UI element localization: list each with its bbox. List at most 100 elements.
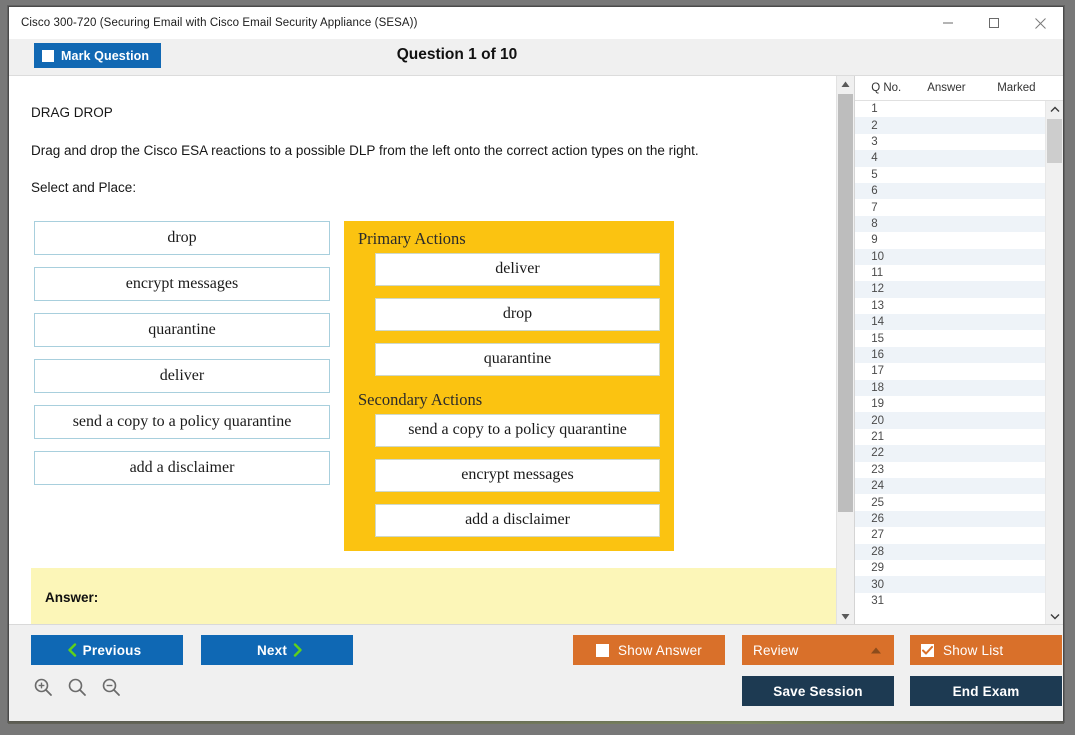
save-session-label: Save Session bbox=[773, 683, 863, 699]
question-list-row[interactable]: 1 bbox=[855, 101, 1046, 117]
question-list-row[interactable]: 5 bbox=[855, 167, 1046, 183]
show-list-button[interactable]: Show List bbox=[910, 635, 1062, 665]
question-header-bar: Mark Question Question 1 of 10 bbox=[9, 39, 1063, 76]
question-list-cell-no: 4 bbox=[871, 152, 878, 165]
question-list-row[interactable]: 14 bbox=[855, 314, 1046, 331]
minimize-icon[interactable] bbox=[925, 7, 971, 39]
target-group-label-primary: Primary Actions bbox=[358, 228, 466, 248]
next-button[interactable]: Next bbox=[201, 635, 353, 665]
review-dropdown[interactable]: Review bbox=[742, 635, 894, 665]
show-list-checkbox[interactable] bbox=[921, 643, 934, 657]
target-item[interactable]: deliver bbox=[375, 252, 660, 286]
question-list-header: Q No. Answer Marked bbox=[855, 76, 1063, 101]
list-scroll-down-icon[interactable] bbox=[1046, 608, 1063, 625]
end-exam-label: End Exam bbox=[952, 683, 1020, 699]
question-list-cell-no: 30 bbox=[871, 578, 884, 591]
question-list-row[interactable]: 2 bbox=[855, 117, 1046, 134]
question-list-row[interactable]: 31 bbox=[855, 593, 1046, 609]
screenshot-root: Cisco 300-720 (Securing Email with Cisco… bbox=[0, 0, 1075, 735]
source-item[interactable]: encrypt messages bbox=[34, 266, 330, 301]
target-item[interactable]: quarantine bbox=[375, 342, 660, 376]
target-item[interactable]: add a disclaimer bbox=[375, 503, 660, 537]
question-list-cell-no: 18 bbox=[871, 381, 884, 394]
question-list-cell-no: 22 bbox=[871, 447, 884, 460]
question-list-row[interactable]: 18 bbox=[855, 379, 1046, 397]
content-area: DRAG DROP Drag and drop the Cisco ESA re… bbox=[9, 76, 1063, 625]
scroll-up-icon[interactable] bbox=[837, 76, 854, 93]
question-list-row[interactable]: 26 bbox=[855, 510, 1046, 528]
question-list-row[interactable]: 28 bbox=[855, 543, 1046, 560]
target-item[interactable]: encrypt messages bbox=[375, 458, 660, 492]
question-list-cell-no: 14 bbox=[871, 316, 884, 329]
question-list-cell-no: 29 bbox=[871, 562, 884, 575]
question-prompt: Drag and drop the Cisco ESA reactions to… bbox=[31, 142, 699, 158]
question-list-row[interactable]: 22 bbox=[855, 445, 1046, 462]
question-list-row[interactable]: 15 bbox=[855, 330, 1046, 346]
question-list-row[interactable]: 9 bbox=[855, 232, 1046, 248]
answer-section: Answer: bbox=[31, 568, 837, 625]
question-list-row[interactable]: 21 bbox=[855, 429, 1046, 445]
save-session-button[interactable]: Save Session bbox=[742, 676, 894, 706]
question-list-row[interactable]: 17 bbox=[855, 363, 1046, 379]
maximize-icon[interactable] bbox=[971, 7, 1017, 39]
question-list-row[interactable]: 4 bbox=[855, 150, 1046, 167]
question-list-cell-no: 8 bbox=[871, 217, 878, 230]
question-list-row[interactable]: 3 bbox=[855, 134, 1046, 150]
question-list-cell-no: 12 bbox=[871, 283, 884, 296]
scroll-down-icon[interactable] bbox=[837, 608, 854, 625]
question-list-row[interactable]: 12 bbox=[855, 281, 1046, 298]
zoom-reset-icon[interactable] bbox=[67, 677, 87, 702]
target-item[interactable]: drop bbox=[375, 297, 660, 331]
question-list-row[interactable]: 27 bbox=[855, 527, 1046, 543]
question-list-row[interactable]: 8 bbox=[855, 215, 1046, 233]
end-exam-button[interactable]: End Exam bbox=[910, 676, 1062, 706]
show-answer-button[interactable]: Show Answer bbox=[573, 635, 725, 665]
source-item[interactable]: drop bbox=[34, 220, 330, 255]
close-icon[interactable] bbox=[1017, 7, 1063, 39]
question-list-row[interactable]: 29 bbox=[855, 560, 1046, 576]
question-list-row[interactable]: 10 bbox=[855, 248, 1046, 265]
question-list-row[interactable]: 19 bbox=[855, 396, 1046, 412]
show-answer-checkbox[interactable] bbox=[596, 643, 609, 657]
previous-button[interactable]: Previous bbox=[31, 635, 183, 665]
question-list-row[interactable]: 11 bbox=[855, 265, 1046, 281]
question-list-body[interactable]: 1 2 3 4 5 6 7 8 9 10 11 12 13 14 15 16 17 18 19 20 21 22 23 24 2… bbox=[855, 101, 1046, 625]
question-list-row[interactable]: 25 bbox=[855, 494, 1046, 510]
question-list-row[interactable]: 13 bbox=[855, 298, 1046, 314]
target-item[interactable]: send a copy to a policy quarantine bbox=[375, 413, 660, 447]
question-list-cell-no: 16 bbox=[871, 349, 884, 362]
question-type-label: DRAG DROP bbox=[31, 105, 113, 120]
window-title: Cisco 300-720 (Securing Email with Cisco… bbox=[21, 17, 418, 29]
question-list-cell-no: 10 bbox=[871, 250, 884, 263]
source-item[interactable]: quarantine bbox=[34, 312, 330, 347]
show-answer-label: Show Answer bbox=[618, 642, 702, 658]
question-list-cell-no: 26 bbox=[871, 512, 884, 525]
source-item[interactable]: deliver bbox=[34, 358, 330, 393]
next-label: Next bbox=[256, 642, 288, 658]
review-label: Review bbox=[753, 642, 799, 658]
question-list-cell-no: 21 bbox=[871, 431, 884, 443]
source-item[interactable]: add a disclaimer bbox=[34, 450, 330, 485]
question-list-row[interactable]: 6 bbox=[855, 182, 1046, 200]
list-scroll-up-icon[interactable] bbox=[1046, 101, 1063, 118]
question-list-row[interactable]: 30 bbox=[855, 576, 1046, 593]
scrollbar-thumb[interactable] bbox=[838, 94, 854, 512]
zoom-in-icon[interactable] bbox=[33, 677, 53, 702]
question-list-scrollbar[interactable] bbox=[1045, 101, 1063, 625]
question-list-row[interactable]: 7 bbox=[855, 199, 1046, 215]
drag-drop-area: drop encrypt messages quarantine deliver… bbox=[9, 220, 836, 561]
target-group-label-secondary: Secondary Actions bbox=[358, 389, 483, 409]
question-pane-scrollbar[interactable] bbox=[836, 76, 855, 625]
question-list-cell-no: 15 bbox=[871, 332, 884, 345]
question-list-row[interactable]: 20 bbox=[855, 412, 1046, 429]
list-scrollbar-thumb[interactable] bbox=[1047, 119, 1062, 163]
zoom-out-icon[interactable] bbox=[101, 677, 121, 702]
question-list-row[interactable]: 23 bbox=[855, 462, 1046, 478]
source-item[interactable]: send a copy to a policy quarantine bbox=[34, 404, 330, 439]
question-list-row[interactable]: 24 bbox=[855, 477, 1046, 495]
target-panel: Primary Actions deliver drop quarantine … bbox=[344, 220, 674, 551]
question-list-row[interactable]: 16 bbox=[855, 346, 1046, 364]
question-instruction: Select and Place: bbox=[31, 180, 137, 195]
exam-window: Cisco 300-720 (Securing Email with Cisco… bbox=[8, 6, 1064, 722]
question-list-panel: Q No. Answer Marked 1 2 3 4 5 6 7 8 9 10 11 12 13 14 1… bbox=[854, 76, 1063, 625]
